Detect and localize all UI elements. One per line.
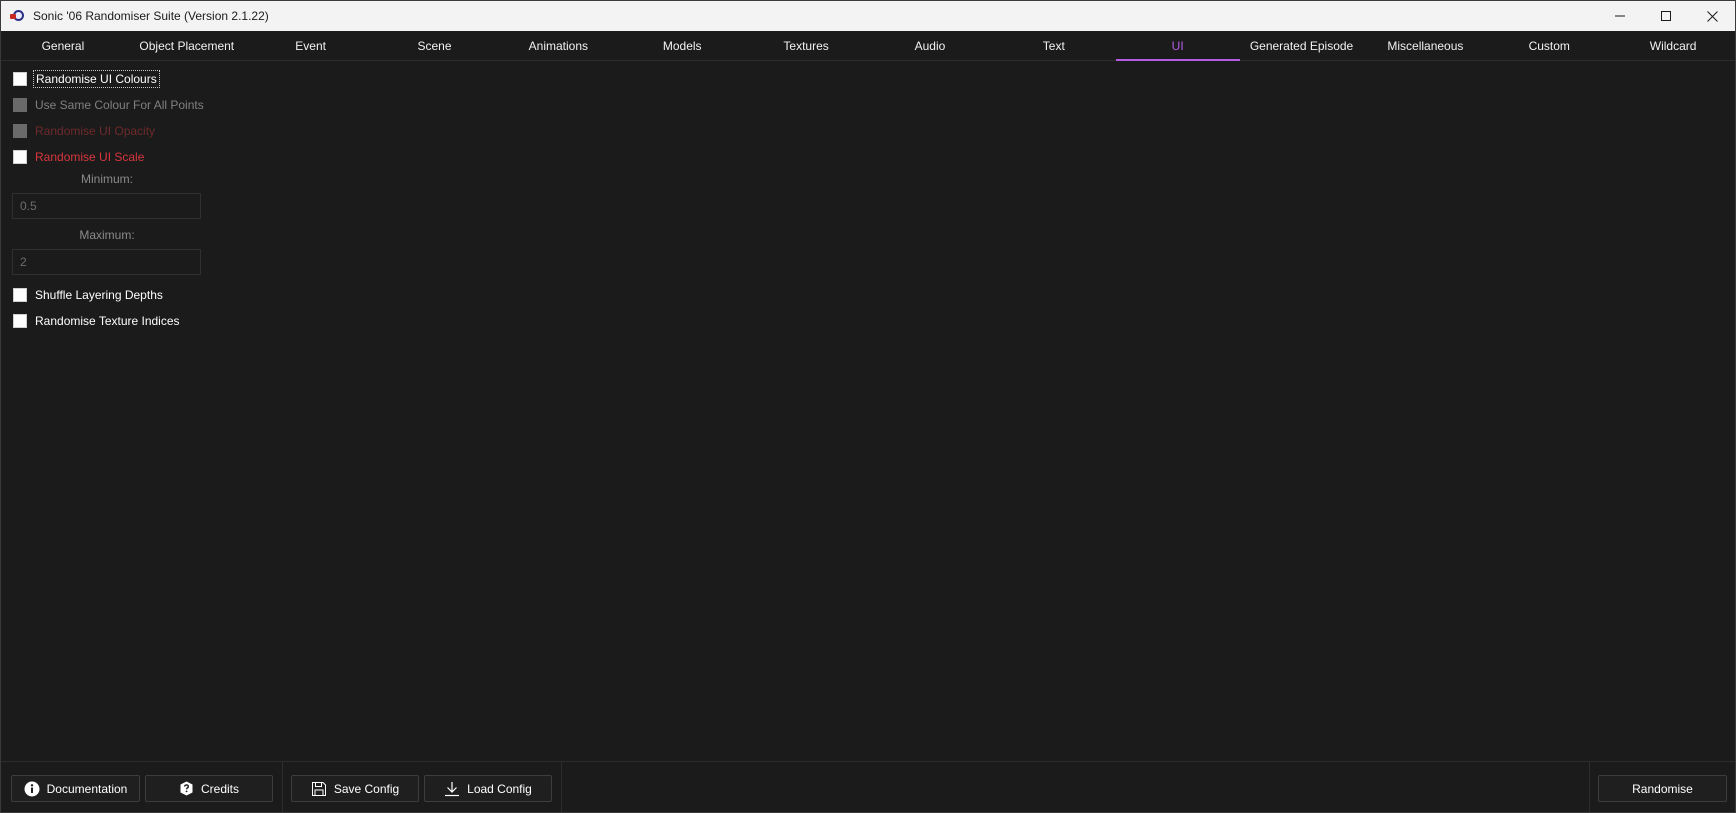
randomise-texture-indices-checkbox[interactable]: Randomise Texture Indices [12, 311, 180, 331]
window-title: Sonic '06 Randomiser Suite (Version 2.1.… [33, 9, 269, 23]
tab-animations[interactable]: Animations [496, 31, 620, 60]
same-colour-checkbox: Use Same Colour For All Points [12, 95, 204, 115]
documentation-button[interactable]: Documentation [11, 775, 140, 802]
documentation-label: Documentation [46, 781, 128, 796]
tab-general[interactable]: General [1, 31, 125, 60]
tab-event[interactable]: Event [249, 31, 373, 60]
tab-generated-episode[interactable]: Generated Episode [1240, 31, 1364, 60]
minimum-input[interactable]: 0.5 [12, 193, 201, 219]
close-icon [1706, 10, 1718, 22]
load-config-label: Load Config [467, 781, 532, 796]
download-icon [445, 781, 460, 796]
checkbox-box[interactable] [13, 314, 27, 328]
close-button[interactable] [1689, 1, 1735, 31]
checkbox-box[interactable] [13, 288, 27, 302]
randomise-label: Randomise [1632, 781, 1693, 796]
tab-textures[interactable]: Textures [744, 31, 868, 60]
checkbox-box [13, 124, 27, 138]
checkbox-box[interactable] [13, 150, 27, 164]
maximum-input[interactable]: 2 [12, 249, 201, 275]
randomise-button[interactable]: Randomise [1598, 775, 1727, 802]
tab-bar: General Object Placement Event Scene Ani… [1, 31, 1735, 61]
info-icon [24, 781, 40, 796]
tab-text[interactable]: Text [992, 31, 1116, 60]
tab-miscellaneous[interactable]: Miscellaneous [1363, 31, 1487, 60]
randomise-ui-colours-checkbox[interactable]: Randomise UI Colours [12, 69, 160, 89]
checkbox-label: Randomise UI Scale [35, 150, 145, 164]
checkbox-label: Randomise Texture Indices [35, 314, 180, 328]
maximize-button[interactable] [1643, 1, 1689, 31]
app-logo-icon [10, 9, 26, 23]
bottom-separator [282, 762, 283, 812]
minimize-icon [1615, 15, 1625, 17]
window-controls [1597, 1, 1735, 31]
tab-audio[interactable]: Audio [868, 31, 992, 60]
app-window: Sonic '06 Randomiser Suite (Version 2.1.… [0, 0, 1736, 813]
maximum-label: Maximum: [79, 228, 135, 242]
save-config-label: Save Config [333, 781, 400, 796]
tab-object-placement[interactable]: Object Placement [125, 31, 249, 60]
checkbox-box[interactable] [13, 72, 27, 86]
checkbox-label: Randomise UI Opacity [35, 124, 156, 138]
tab-scene[interactable]: Scene [373, 31, 497, 60]
randomise-ui-scale-checkbox[interactable]: Randomise UI Scale [12, 147, 144, 167]
shuffle-layering-depths-checkbox[interactable]: Shuffle Layering Depths [12, 285, 163, 305]
bottom-separator [561, 762, 562, 812]
checkbox-label: Shuffle Layering Depths [35, 288, 163, 302]
credits-button[interactable]: Credits [145, 775, 273, 802]
save-icon [311, 781, 326, 796]
checkbox-box [13, 98, 27, 112]
randomise-ui-opacity-checkbox: Randomise UI Opacity [12, 121, 155, 141]
tab-models[interactable]: Models [620, 31, 744, 60]
bottom-separator [1589, 762, 1590, 812]
bottom-bar: Documentation Credits Save Config Load C… [1, 761, 1735, 812]
load-config-button[interactable]: Load Config [424, 775, 552, 802]
credits-label: Credits [200, 781, 239, 796]
tab-wildcard[interactable]: Wildcard [1611, 31, 1735, 60]
tab-custom[interactable]: Custom [1487, 31, 1611, 60]
help-badge-icon [180, 781, 193, 796]
save-config-button[interactable]: Save Config [291, 775, 419, 802]
checkbox-label: Use Same Colour For All Points [35, 98, 204, 112]
minimum-label: Minimum: [80, 172, 133, 186]
title-bar: Sonic '06 Randomiser Suite (Version 2.1.… [1, 1, 1735, 31]
checkbox-label: Randomise UI Colours [33, 70, 160, 88]
minimize-button[interactable] [1597, 1, 1643, 31]
maximize-icon [1661, 11, 1671, 21]
tab-ui[interactable]: UI [1115, 31, 1240, 61]
